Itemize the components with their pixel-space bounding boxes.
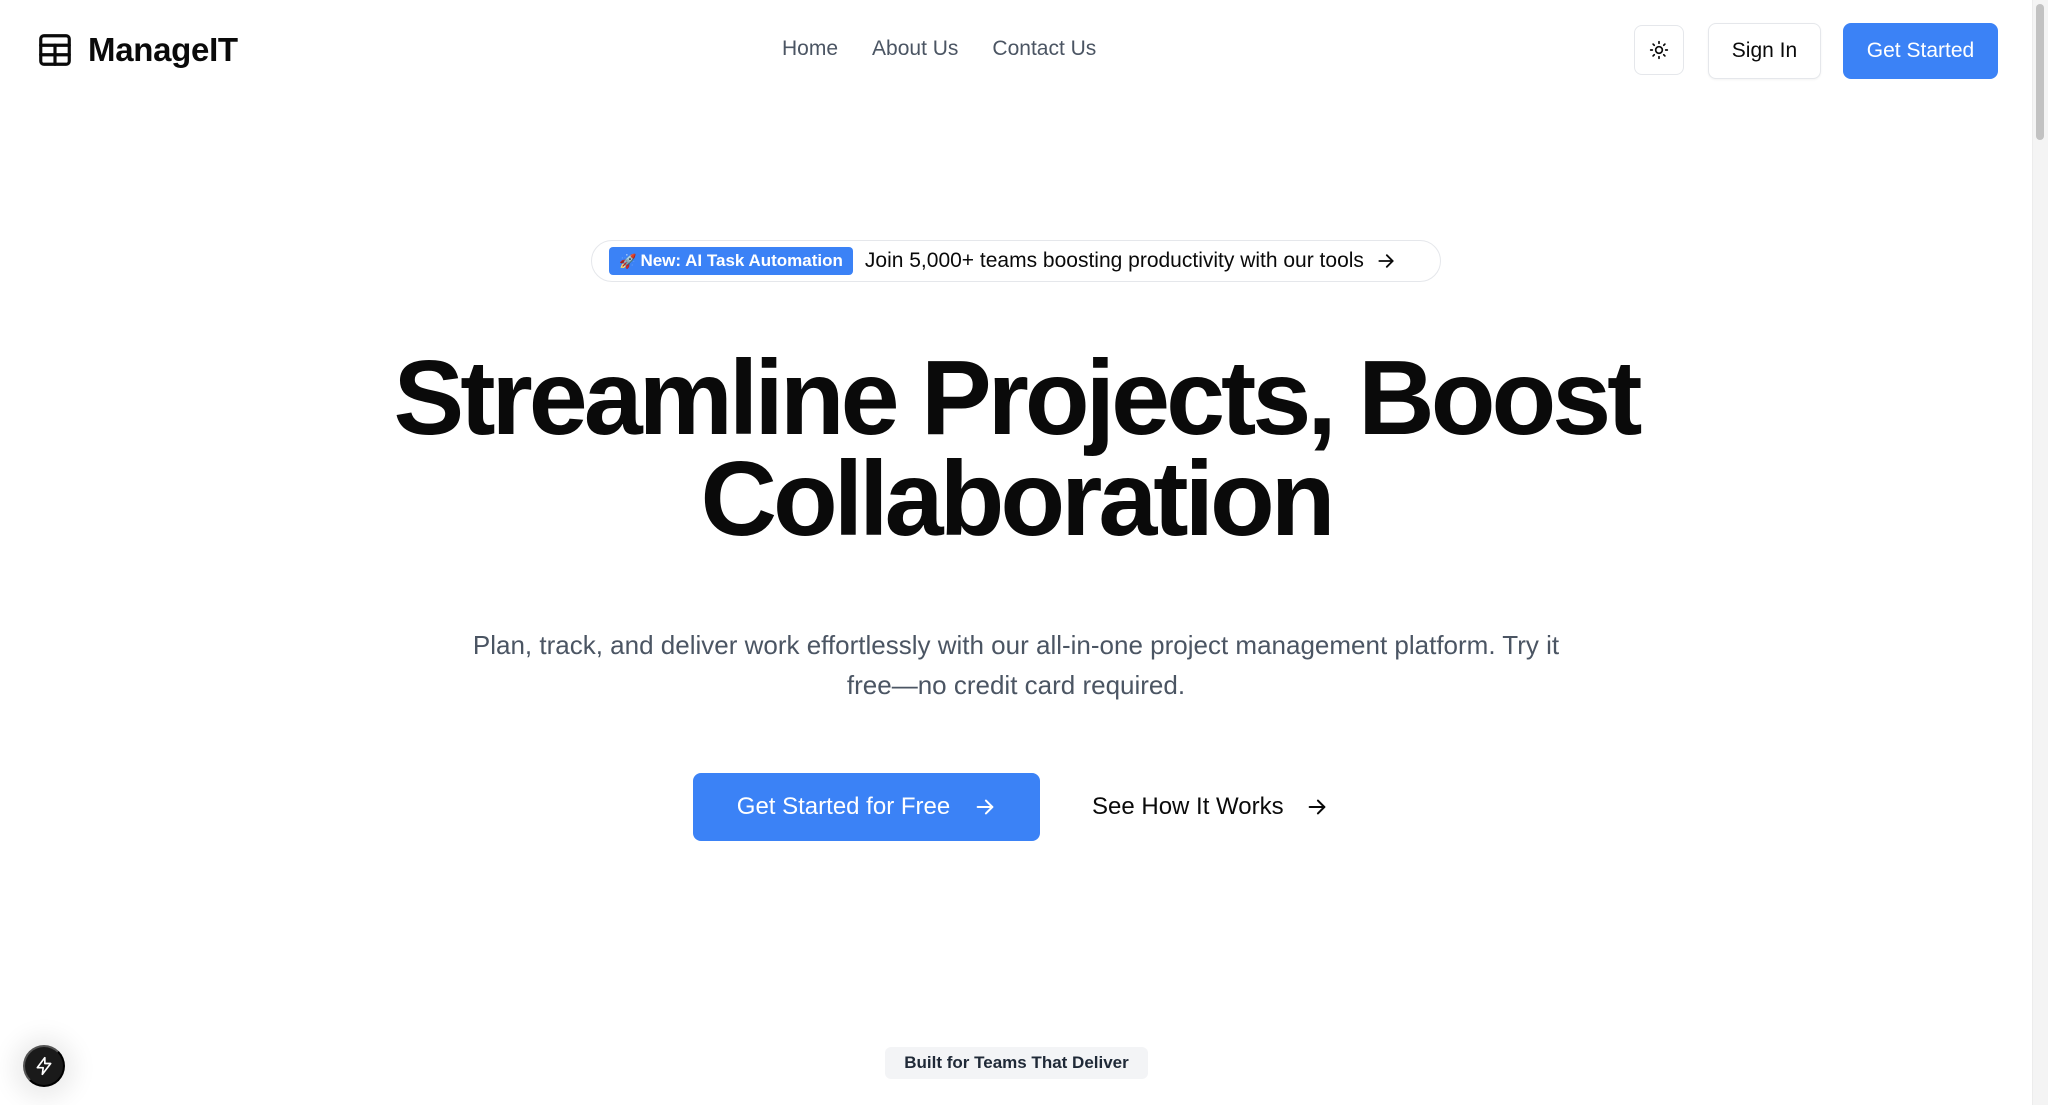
get-started-free-button[interactable]: Get Started for Free [693,773,1040,841]
hero-title: Streamline Projects, Boost Collaboration [0,345,2032,552]
floating-action-button[interactable] [23,1045,65,1087]
nav-link-home[interactable]: Home [782,37,838,61]
hero-subtitle: Plan, track, and deliver work effortless… [472,630,1560,700]
brand-logo-link[interactable]: ManageIT [36,31,238,69]
landing-page: ManageIT Home About Us Contact Us Sign I… [0,0,2048,1105]
hero-title-line-2: Collaboration [700,440,1335,558]
arrow-right-icon [976,799,994,815]
brand-name: ManageIT [88,31,238,68]
see-how-it-works-button[interactable]: See How It Works [1086,773,1334,841]
rocket-icon: 🚀 [619,252,637,269]
get-started-button[interactable]: Get Started [1843,23,1998,79]
sign-in-button[interactable]: Sign In [1708,23,1821,79]
top-navbar: ManageIT Home About Us Contact Us Sign I… [0,0,2032,104]
vertical-scrollbar[interactable] [2032,0,2048,1105]
theme-toggle-button[interactable] [1634,25,1684,75]
arrow-right-icon [1308,799,1325,815]
cta-primary-label: Get Started for Free [736,793,951,820]
sun-icon [1649,40,1669,60]
main-nav: Home About Us Contact Us [782,37,1096,61]
layout-grid-icon [39,34,71,66]
announcement-text: Join 5,000+ teams boosting productivity … [864,249,1364,272]
arrow-right-icon [1378,254,1394,268]
new-feature-badge: 🚀 New: AI Task Automation [609,247,853,275]
badge-label: New: AI Task Automation [640,251,843,270]
cta-secondary-label: See How It Works [1092,793,1284,820]
announcement-pill[interactable]: 🚀 New: AI Task Automation Join 5,000+ te… [591,240,1441,282]
scrollbar-thumb[interactable] [2036,4,2044,140]
bolt-icon [36,1056,52,1076]
nav-link-contact-us[interactable]: Contact Us [992,37,1096,61]
nav-link-about-us[interactable]: About Us [872,37,958,61]
section-label-badge: Built for Teams That Deliver [885,1047,1148,1079]
